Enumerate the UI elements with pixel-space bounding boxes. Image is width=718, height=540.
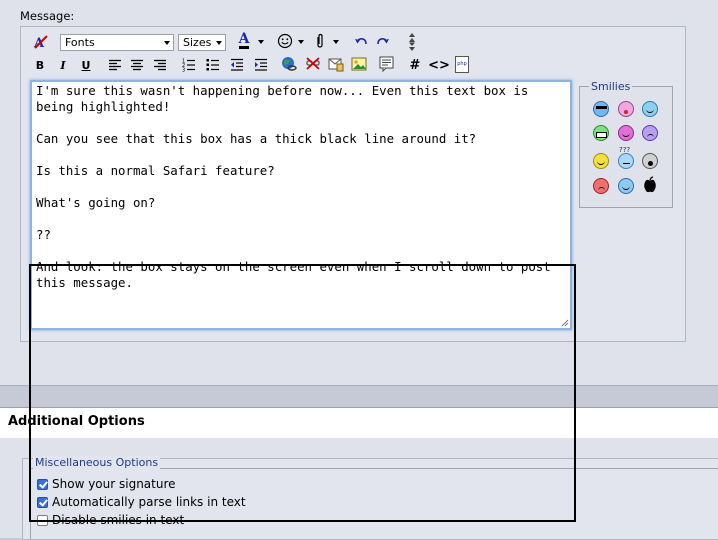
chevron-down-icon xyxy=(298,40,304,44)
show-signature-option[interactable]: Show your signature xyxy=(37,477,176,491)
bullet-list-icon xyxy=(206,59,219,71)
message-line: What's going on? xyxy=(36,195,156,210)
chevron-down-icon xyxy=(258,40,264,44)
align-left-button[interactable] xyxy=(106,56,124,74)
additional-options-title: Additional Options xyxy=(8,414,145,429)
chevron-down-icon xyxy=(164,41,170,45)
smiley-dropdown[interactable] xyxy=(297,33,305,51)
mad-smiley-icon[interactable] xyxy=(593,178,609,194)
numbered-list-icon: 123 xyxy=(182,59,195,73)
align-center-button[interactable] xyxy=(128,56,146,74)
section-divider xyxy=(0,386,718,407)
numbered-list-button[interactable]: 123 xyxy=(180,56,198,74)
indent-icon xyxy=(255,58,267,71)
chevron-down-icon xyxy=(216,41,222,45)
font-select[interactable]: Fonts xyxy=(60,34,174,51)
font-color-dropdown[interactable] xyxy=(257,33,265,51)
message-line: Can you see that this box has a thick bl… xyxy=(36,131,477,146)
underline-button[interactable]: U xyxy=(78,56,94,74)
italic-button[interactable]: I xyxy=(55,56,71,74)
remove-format-icon[interactable]: A xyxy=(32,33,50,51)
tongue-smiley-icon[interactable] xyxy=(618,101,634,117)
undo-icon xyxy=(355,38,367,45)
parse-links-label: Automatically parse links in text xyxy=(52,495,246,509)
message-line: ?? xyxy=(36,227,51,242)
message-line: Is this a normal Safari feature? xyxy=(36,163,275,178)
redo-button[interactable] xyxy=(375,33,391,51)
disable-smilies-checkbox[interactable] xyxy=(37,514,48,526)
attach-dropdown[interactable] xyxy=(332,33,340,51)
insert-image-button[interactable] xyxy=(350,55,368,73)
parse-links-option[interactable]: Automatically parse links in text xyxy=(37,495,246,509)
show-signature-label: Show your signature xyxy=(52,477,176,491)
disable-smilies-option[interactable]: Disable smilies in text xyxy=(37,513,184,527)
cool-smiley-icon[interactable] xyxy=(593,101,609,117)
message-line: I'm sure this wasn't happening before no… xyxy=(36,83,536,114)
svg-text:3: 3 xyxy=(182,68,185,73)
message-textarea[interactable]: I'm sure this wasn't happening before no… xyxy=(30,80,572,330)
misc-options-legend: Miscellaneous Options xyxy=(33,456,161,469)
email-icon xyxy=(328,58,344,72)
redo-icon xyxy=(377,38,389,45)
parse-links-checkbox[interactable] xyxy=(37,496,48,508)
bold-button[interactable]: B xyxy=(32,56,48,74)
outdent-icon xyxy=(231,58,243,71)
biggrin-smiley-icon[interactable] xyxy=(593,125,609,141)
happy-smiley-icon[interactable] xyxy=(618,125,634,141)
resize-grip-icon[interactable] xyxy=(561,319,569,327)
font-color-icon: A xyxy=(238,31,250,49)
rolleyes-smiley-icon[interactable] xyxy=(618,178,634,194)
sad-smiley-icon[interactable] xyxy=(642,125,658,141)
php-button[interactable]: php xyxy=(454,55,470,73)
globe-link-icon xyxy=(282,57,297,71)
align-center-icon xyxy=(131,59,143,71)
quote-icon xyxy=(379,56,394,72)
font-select-value: Fonts xyxy=(65,36,95,49)
smilies-legend: Smilies xyxy=(589,80,633,93)
undo-button[interactable] xyxy=(353,33,369,51)
resize-arrows-icon xyxy=(409,33,415,51)
show-signature-checkbox[interactable] xyxy=(37,478,48,490)
align-right-icon xyxy=(154,59,166,71)
disable-smilies-label: Disable smilies in text xyxy=(52,513,185,527)
eek-smiley-icon[interactable] xyxy=(642,153,658,169)
resize-editor-button[interactable] xyxy=(405,31,419,53)
message-line: And look: the box stays on the screen ev… xyxy=(36,259,559,290)
chevron-down-icon xyxy=(333,40,339,44)
align-left-icon xyxy=(109,59,121,71)
html-button[interactable]: <> xyxy=(428,56,450,74)
code-button[interactable]: # xyxy=(407,56,423,74)
unlink-icon xyxy=(306,57,320,70)
confused-smiley-icon[interactable] xyxy=(618,153,634,169)
smile-smiley-icon[interactable] xyxy=(642,101,658,117)
size-select[interactable]: Sizes xyxy=(178,34,226,51)
remove-link-button[interactable] xyxy=(304,55,322,73)
wink-smiley-icon[interactable] xyxy=(593,153,609,169)
smiley-button[interactable] xyxy=(276,32,294,50)
font-color-button[interactable]: A xyxy=(232,32,256,50)
message-label: Message: xyxy=(20,9,75,23)
outdent-button[interactable] xyxy=(228,56,246,74)
bullet-list-button[interactable] xyxy=(204,56,222,74)
image-icon xyxy=(351,57,367,71)
apple-icon[interactable] xyxy=(643,176,657,194)
attach-button[interactable] xyxy=(313,32,327,50)
insert-email-button[interactable] xyxy=(327,55,345,73)
quote-button[interactable] xyxy=(378,55,396,73)
insert-link-button[interactable] xyxy=(280,55,298,73)
php-icon: php xyxy=(455,55,469,73)
indent-button[interactable] xyxy=(252,56,270,74)
align-right-button[interactable] xyxy=(151,56,169,74)
size-select-value: Sizes xyxy=(183,36,212,49)
